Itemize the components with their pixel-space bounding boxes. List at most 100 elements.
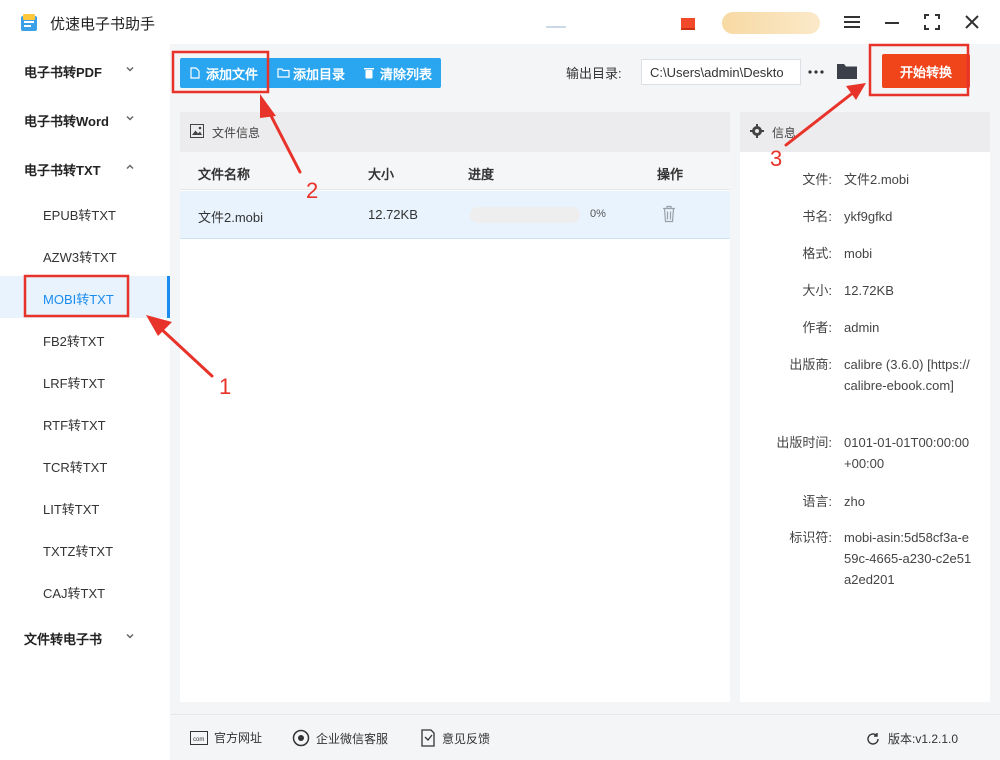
wechat-service-link[interactable]: 企业微信客服	[292, 729, 388, 747]
menu-button[interactable]	[838, 8, 866, 36]
close-icon	[965, 15, 979, 29]
sidebar-item-lit-txt[interactable]: LIT转TXT	[0, 486, 170, 528]
progress-percent: 0%	[590, 208, 606, 220]
gear-icon	[750, 124, 764, 138]
app-logo-icon	[21, 14, 37, 31]
output-directory-field[interactable]	[641, 59, 801, 85]
sidebar-item-label: TCR转TXT	[43, 460, 108, 475]
feedback-link[interactable]: 意见反馈	[420, 729, 490, 747]
website-link[interactable]: com 官方网址	[190, 729, 262, 746]
close-button[interactable]	[958, 8, 986, 36]
sidebar-group-pdf[interactable]: 电子书转PDF	[0, 48, 170, 92]
info-value: ykf9gfkd	[844, 209, 893, 224]
info-value: 0101-01-01T00:00:00+00:00	[844, 435, 970, 471]
info-panel-header: 信息	[740, 112, 990, 152]
gift-icon[interactable]	[680, 12, 696, 32]
sidebar-group-word[interactable]: 电子书转Word	[0, 97, 170, 141]
minimize-button[interactable]	[878, 8, 906, 36]
minimize-icon	[885, 22, 899, 24]
info-panel-title: 信息	[772, 126, 797, 140]
sidebar-item-azw3-txt[interactable]: AZW3转TXT	[0, 234, 170, 276]
sidebar-item-caj-txt[interactable]: CAJ转TXT	[0, 570, 170, 612]
file-size-cell: 12.72KB	[368, 207, 418, 222]
add-directory-button[interactable]: 添加目录	[267, 58, 354, 88]
sidebar-group-label: 电子书转Word	[24, 114, 109, 129]
app-window: 优速电子书助手 电子书转PDF 电子书转Word 电子书转TXT EPUB转TX…	[0, 0, 1000, 760]
delete-icon[interactable]	[662, 205, 676, 223]
info-key: 作者:	[802, 320, 832, 335]
add-file-label: 添加文件	[206, 66, 259, 82]
sidebar-item-fb2-txt[interactable]: FB2转TXT	[0, 318, 170, 360]
trash-icon	[364, 68, 375, 79]
sidebar-item-epub-txt[interactable]: EPUB转TXT	[0, 192, 170, 234]
column-size: 大小	[368, 167, 395, 182]
add-directory-label: 添加目录	[293, 66, 346, 82]
info-key: 文件:	[802, 172, 832, 187]
sidebar-item-mobi-txt[interactable]: MOBI转TXT	[0, 276, 170, 318]
start-convert-button[interactable]: 开始转换	[882, 54, 970, 88]
svg-text:com: com	[193, 737, 204, 743]
version-info: 版本:v1.2.1.0	[866, 730, 958, 747]
column-action: 操作	[657, 167, 684, 182]
refresh-icon	[867, 732, 879, 745]
table-row[interactable]: 文件2.mobi 12.72KB 0%	[180, 191, 730, 239]
info-value: mobi	[844, 246, 873, 261]
image-icon	[190, 124, 204, 138]
toolbar: 添加文件 添加目录 清除列表 输出目录: 开始转换	[170, 44, 1000, 100]
info-value: 12.72KB	[844, 283, 894, 298]
file-name-cell: 文件2.mobi	[198, 210, 264, 225]
chat-icon	[292, 729, 310, 747]
sidebar-item-tcr-txt[interactable]: TCR转TXT	[0, 444, 170, 486]
sidebar: 电子书转PDF 电子书转Word 电子书转TXT EPUB转TXT AZW3转T…	[0, 44, 170, 760]
more-options-icon[interactable]	[806, 64, 826, 80]
footer: com 官方网址 企业微信客服 意见反馈 版本:v1.2.1.0	[170, 714, 1000, 760]
column-name: 文件名称	[198, 167, 251, 182]
sidebar-item-label: MOBI转TXT	[43, 292, 114, 307]
add-file-button[interactable]: 添加文件	[180, 58, 267, 88]
open-folder-icon[interactable]	[836, 61, 858, 81]
info-key: 出版时间:	[776, 435, 832, 450]
chevron-down-icon	[126, 633, 134, 639]
version-label: 版本:v1.2.1.0	[888, 732, 959, 746]
column-progress: 进度	[468, 167, 495, 182]
clear-list-button[interactable]: 清除列表	[354, 58, 441, 88]
website-label: 官方网址	[214, 731, 263, 745]
info-value: calibre (3.6.0) [https://calibre-ebook.c…	[844, 357, 970, 393]
sidebar-item-label: LIT转TXT	[43, 502, 100, 517]
info-value: mobi-asin:5d58cf3a-e59c-4665-a230-c2e51a…	[844, 530, 972, 587]
book-info-panel: 信息 文件: 文件2.mobi 书名: ykf9gfkd 格式: mobi 大小…	[740, 112, 990, 702]
progress-bar	[470, 207, 580, 223]
sidebar-item-lrf-txt[interactable]: LRF转TXT	[0, 360, 170, 402]
info-key: 大小:	[802, 283, 832, 298]
folder-icon	[277, 68, 290, 78]
sidebar-item-txtz-txt[interactable]: TXTZ转TXT	[0, 528, 170, 570]
file-icon	[190, 67, 200, 79]
website-icon: com	[190, 730, 208, 745]
chevron-down-icon	[126, 66, 134, 72]
feedback-label: 意见反馈	[442, 731, 491, 746]
info-key: 出版商:	[789, 357, 832, 372]
info-key: 格式:	[802, 246, 832, 261]
sidebar-item-label: RTF转TXT	[43, 418, 106, 433]
chevron-down-icon	[126, 115, 134, 121]
info-value: admin	[844, 320, 880, 335]
clear-list-label: 清除列表	[380, 66, 433, 82]
sidebar-item-rtf-txt[interactable]: RTF转TXT	[0, 402, 170, 444]
app-title: 优速电子书助手	[50, 16, 156, 33]
sidebar-group-txt[interactable]: 电子书转TXT	[0, 146, 170, 190]
vip-promo-badge[interactable]	[722, 12, 820, 34]
chevron-up-icon	[126, 164, 134, 170]
info-key: 书名:	[802, 209, 832, 224]
file-action-group: 添加文件 添加目录 清除列表	[180, 58, 442, 88]
sidebar-item-label: AZW3转TXT	[43, 250, 117, 265]
cloud-icon[interactable]	[544, 18, 568, 30]
sidebar-group-label: 电子书转TXT	[24, 163, 101, 178]
sidebar-item-label: TXTZ转TXT	[43, 544, 114, 559]
maximize-button[interactable]	[918, 8, 946, 36]
info-key: 语言:	[802, 494, 832, 509]
title-bar: 优速电子书助手	[0, 0, 1000, 44]
sidebar-group-to-ebook[interactable]: 文件转电子书	[0, 615, 170, 659]
sidebar-item-label: FB2转TXT	[43, 334, 105, 349]
maximize-icon	[924, 14, 940, 30]
output-directory-label: 输出目录:	[566, 66, 622, 81]
